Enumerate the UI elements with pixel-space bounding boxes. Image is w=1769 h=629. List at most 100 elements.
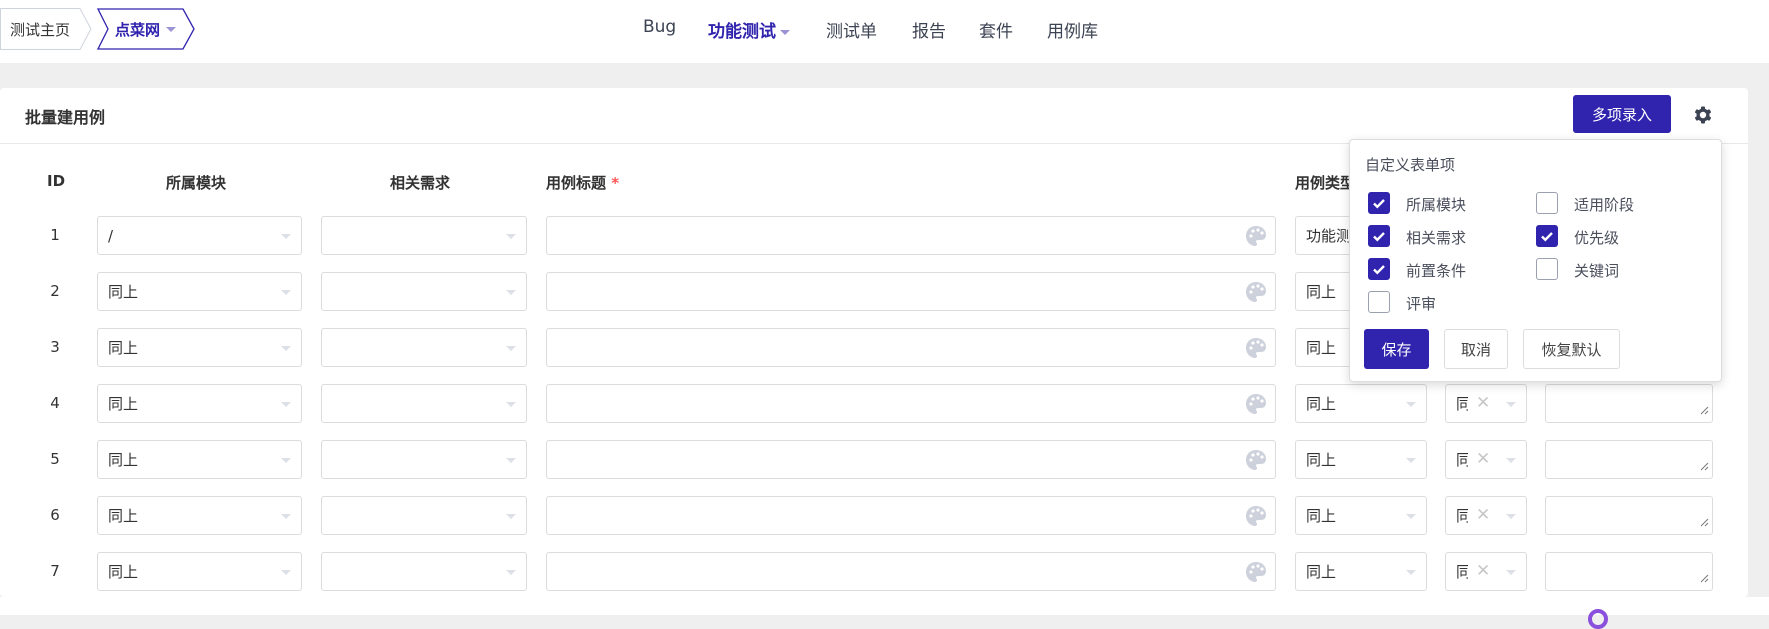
case-type-select[interactable]: 同上 — [1295, 440, 1427, 479]
chevron-down-icon — [506, 458, 516, 463]
type-value: 同上 — [1306, 395, 1337, 413]
case-type-select[interactable]: 同上 — [1295, 384, 1427, 423]
multi-entry-button[interactable]: 多项录入 — [1573, 95, 1671, 133]
checkbox[interactable] — [1536, 192, 1558, 214]
priority-value: 同 — [1456, 563, 1468, 581]
checkbox[interactable] — [1368, 258, 1390, 280]
precondition-textarea[interactable] — [1545, 496, 1713, 535]
priority-select[interactable]: 同✕ — [1445, 496, 1527, 535]
chevron-down-icon — [506, 234, 516, 239]
chevron-down-icon — [281, 346, 291, 351]
row-id: 7 — [50, 562, 60, 580]
precondition-textarea[interactable] — [1545, 384, 1713, 423]
chevron-down-icon — [506, 346, 516, 351]
priority-value: 同 — [1456, 507, 1468, 525]
color-palette-icon[interactable] — [1245, 505, 1267, 531]
resize-handle-icon[interactable] — [1699, 401, 1709, 419]
clear-icon[interactable]: ✕ — [1476, 561, 1490, 581]
module-select[interactable]: 同上 — [97, 552, 302, 591]
precondition-textarea[interactable] — [1545, 552, 1713, 591]
required-mark: * — [611, 174, 620, 192]
help-icon[interactable] — [1588, 609, 1608, 629]
clear-icon[interactable]: ✕ — [1476, 505, 1490, 525]
nav-testtask[interactable]: 测试单 — [826, 17, 877, 42]
resize-handle-icon[interactable] — [1699, 513, 1709, 531]
clear-icon[interactable]: ✕ — [1476, 393, 1490, 413]
nav-bug[interactable]: Bug — [643, 17, 676, 37]
module-value: / — [108, 226, 114, 245]
case-type-select[interactable]: 同上 — [1295, 552, 1427, 591]
case-title-input[interactable] — [546, 272, 1276, 311]
nav-suite[interactable]: 套件 — [979, 17, 1013, 42]
case-title-input[interactable] — [546, 216, 1276, 255]
resize-handle-icon[interactable] — [1699, 457, 1709, 475]
popup-title: 自定义表单项 — [1365, 156, 1456, 174]
chevron-down-icon — [281, 402, 291, 407]
resize-handle-icon[interactable] — [1699, 569, 1709, 587]
module-select[interactable]: 同上 — [97, 496, 302, 535]
save-button[interactable]: 保存 — [1364, 329, 1429, 369]
color-palette-icon[interactable] — [1245, 561, 1267, 587]
header-title: 用例标题 * — [546, 172, 619, 193]
nav-functional-test[interactable]: 功能测试 — [708, 17, 790, 42]
cancel-button[interactable]: 取消 — [1444, 329, 1508, 369]
chevron-down-icon — [281, 290, 291, 295]
nav-report[interactable]: 报告 — [912, 17, 946, 42]
case-title-input[interactable] — [546, 384, 1276, 423]
gear-icon[interactable] — [1693, 105, 1713, 129]
story-select[interactable] — [321, 328, 527, 367]
header-story: 相关需求 — [390, 174, 451, 192]
module-value: 同上 — [108, 563, 139, 581]
precondition-textarea[interactable] — [1545, 440, 1713, 479]
color-palette-icon[interactable] — [1245, 281, 1267, 307]
checkbox[interactable] — [1536, 225, 1558, 247]
color-palette-icon[interactable] — [1245, 449, 1267, 475]
checkbox[interactable] — [1368, 192, 1390, 214]
story-select[interactable] — [321, 272, 527, 311]
chevron-down-icon — [780, 29, 790, 35]
chevron-down-icon — [1506, 458, 1516, 463]
chevron-down-icon — [281, 234, 291, 239]
breadcrumb-home[interactable]: 测试主页 — [0, 8, 92, 50]
type-value: 同上 — [1306, 339, 1337, 357]
module-select[interactable]: 同上 — [97, 384, 302, 423]
case-title-input[interactable] — [546, 440, 1276, 479]
module-select[interactable]: 同上 — [97, 440, 302, 479]
row-id: 4 — [50, 394, 60, 412]
case-type-select[interactable]: 同上 — [1295, 496, 1427, 535]
reset-default-button[interactable]: 恢复默认 — [1523, 329, 1620, 369]
customize-fields-popup: 自定义表单项 所属模块 适用阶段 相关需求 优先级 前置条件 关键词 评审 保存 取消 恢复… — [1349, 139, 1722, 382]
type-value: 同上 — [1306, 563, 1337, 581]
nav-caselib[interactable]: 用例库 — [1047, 17, 1098, 42]
module-select[interactable]: 同上 — [97, 328, 302, 367]
breadcrumb-product[interactable]: 点菜网 — [97, 8, 195, 50]
case-title-input[interactable] — [546, 328, 1276, 367]
option-label: 所属模块 — [1406, 196, 1467, 214]
chevron-down-icon — [1506, 514, 1516, 519]
color-palette-icon[interactable] — [1245, 225, 1267, 251]
story-select[interactable] — [321, 384, 527, 423]
priority-select[interactable]: 同✕ — [1445, 552, 1527, 591]
case-title-input[interactable] — [546, 496, 1276, 535]
priority-select[interactable]: 同✕ — [1445, 440, 1527, 479]
story-select[interactable] — [321, 216, 527, 255]
story-select[interactable] — [321, 440, 527, 479]
module-select[interactable]: / — [97, 216, 302, 255]
priority-select[interactable]: 同✕ — [1445, 384, 1527, 423]
row-id: 5 — [50, 450, 60, 468]
checkbox[interactable] — [1368, 225, 1390, 247]
chevron-down-icon — [1406, 570, 1416, 575]
story-select[interactable] — [321, 496, 527, 535]
priority-value: 同 — [1456, 395, 1468, 413]
story-select[interactable] — [321, 552, 527, 591]
case-title-input[interactable] — [546, 552, 1276, 591]
color-palette-icon[interactable] — [1245, 393, 1267, 419]
chevron-down-icon — [281, 514, 291, 519]
option-label: 相关需求 — [1406, 229, 1467, 247]
checkbox[interactable] — [1368, 291, 1390, 313]
module-select[interactable]: 同上 — [97, 272, 302, 311]
checkbox[interactable] — [1536, 258, 1558, 280]
priority-value: 同 — [1456, 451, 1468, 469]
color-palette-icon[interactable] — [1245, 337, 1267, 363]
clear-icon[interactable]: ✕ — [1476, 449, 1490, 469]
